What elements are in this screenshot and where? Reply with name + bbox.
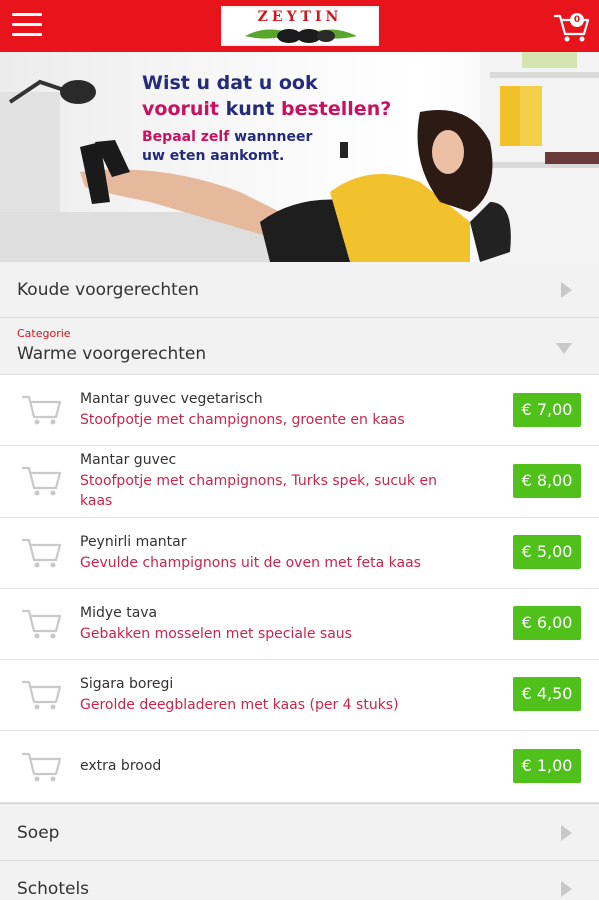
add-to-cart-icon[interactable] <box>20 462 64 498</box>
price-button[interactable]: € 8,00 <box>513 464 581 498</box>
list-item[interactable]: Sigara boregi Gerolde deegbladeren met k… <box>0 660 599 731</box>
product-name: Midye tava <box>80 605 158 621</box>
list-item[interactable]: Midye tava Gebakken mosselen met special… <box>0 589 599 660</box>
product-description: Gerolde deegbladeren met kaas (per 4 stu… <box>80 697 399 713</box>
add-to-cart-icon[interactable] <box>20 605 64 641</box>
logo[interactable]: ZEYTIN <box>221 6 379 46</box>
banner-line-3: Bepaal zelf wannneer uw eten aankomt. <box>142 129 313 164</box>
category-koude-voorgerechten[interactable]: Koude voorgerechten <box>0 262 599 318</box>
product-description: Gevulde champignons uit de oven met feta… <box>80 555 421 571</box>
logo-text: ZEYTIN <box>257 9 343 25</box>
product-name: Mantar guvec vegetarisch <box>80 391 263 407</box>
add-to-cart-icon[interactable] <box>20 676 64 712</box>
banner-line-2: vooruit kunt bestellen? <box>142 98 392 120</box>
list-item[interactable]: Mantar guvec vegetarisch Stoofpotje met … <box>0 375 599 446</box>
price-button[interactable]: € 7,00 <box>513 393 581 427</box>
category-label: Schotels <box>17 879 90 899</box>
category-caption: Categorie <box>17 327 71 340</box>
category-schotels[interactable]: Schotels <box>0 861 599 900</box>
add-to-cart-icon[interactable] <box>20 391 64 427</box>
list-item[interactable]: Mantar guvec Stoofpotje met champignons,… <box>0 446 599 518</box>
chevron-right-icon <box>561 825 572 841</box>
product-name: Peynirli mantar <box>80 534 187 550</box>
cart-button[interactable]: 0 <box>552 10 590 44</box>
price-button[interactable]: € 4,50 <box>513 677 581 711</box>
promo-banner[interactable]: Wist u dat u ook vooruit kunt bestellen?… <box>0 52 599 262</box>
olive-icon <box>245 29 357 43</box>
price-button[interactable]: € 1,00 <box>513 749 581 783</box>
chevron-down-icon <box>556 343 572 354</box>
price-button[interactable]: € 5,00 <box>513 535 581 569</box>
add-to-cart-icon[interactable] <box>20 748 64 784</box>
product-description: Gebakken mosselen met speciale saus <box>80 626 352 642</box>
category-soep[interactable]: Soep <box>0 803 599 861</box>
banner-text: Wist u dat u ook vooruit kunt bestellen?… <box>142 72 391 166</box>
product-description: Stoofpotje met champignons, groente en k… <box>80 412 405 428</box>
category-label: Koude voorgerechten <box>17 280 200 300</box>
category-label: Warme voorgerechten <box>17 344 207 364</box>
add-to-cart-icon[interactable] <box>20 534 64 570</box>
chevron-right-icon <box>561 282 572 298</box>
product-description: Stoofpotje met champignons, Turks spek, … <box>80 473 437 509</box>
product-name: Sigara boregi <box>80 676 174 692</box>
menu-icon[interactable] <box>12 13 42 39</box>
price-button[interactable]: € 6,00 <box>513 606 581 640</box>
list-item[interactable]: Peynirli mantar Gevulde champignons uit … <box>0 518 599 589</box>
list-item[interactable]: extra brood € 1,00 <box>0 731 599 803</box>
top-bar: ZEYTIN 0 <box>0 0 599 52</box>
chevron-right-icon <box>561 881 572 897</box>
category-label: Soep <box>17 823 60 843</box>
category-warme-voorgerechten[interactable]: Categorie Warme voorgerechten <box>0 318 599 375</box>
banner-line-1: Wist u dat u ook <box>142 72 318 94</box>
product-name: Mantar guvec <box>80 452 177 468</box>
product-name: extra brood <box>80 758 162 774</box>
cart-count-badge: 0 <box>570 13 584 27</box>
